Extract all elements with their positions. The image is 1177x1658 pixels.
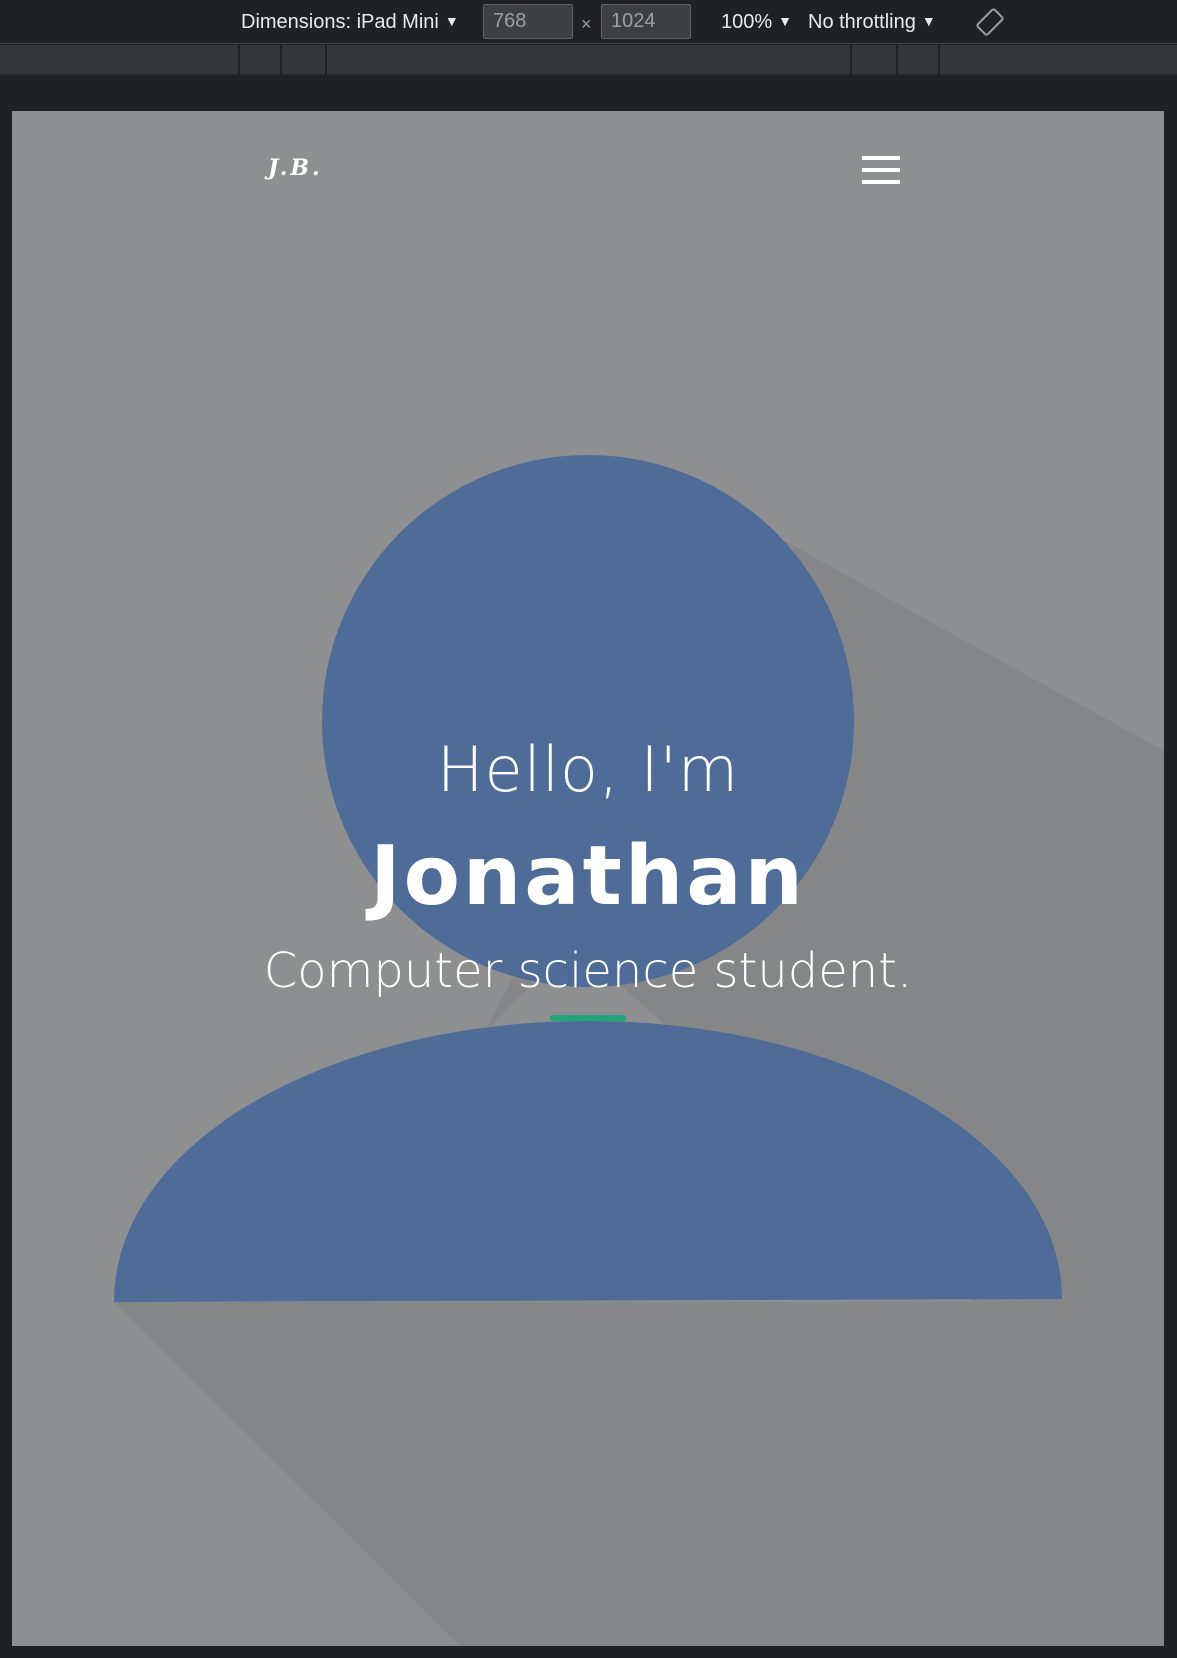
width-input[interactable] [483,4,573,39]
zoom-selector[interactable]: 100% ▼ [721,0,792,44]
media-query-segment[interactable] [325,45,850,75]
rotate-icon [976,8,1004,36]
times-symbol: × [581,14,592,34]
device-toolbar: Dimensions: iPad Mini ▼ × 100% ▼ No thrott… [0,0,1177,44]
page-viewport: J.B. Hello, I'm Jonathan Computer scienc… [12,111,1164,1646]
dropdown-arrow-icon: ▼ [921,13,936,29]
device-label: Dimensions: iPad Mini [241,11,439,33]
hamburger-menu-icon[interactable] [862,156,900,188]
media-query-segment[interactable] [896,45,938,75]
site-logo[interactable]: J.B. [268,155,323,181]
height-input[interactable] [601,4,691,39]
zoom-label: 100% [721,11,773,33]
hero-greeting: Hello, I'm [436,733,740,806]
hero-tagline: Computer science student. [263,943,913,999]
hero-name: Jonathan [370,829,806,924]
throttling-label: No throttling [808,11,916,33]
device-selector[interactable]: Dimensions: iPad Mini ▼ [241,0,459,44]
rotate-button[interactable] [976,8,1004,36]
accent-underline [550,1015,626,1021]
throttling-selector[interactable]: No throttling ▼ [808,0,936,44]
media-query-segment[interactable] [280,45,325,75]
media-query-segment[interactable] [238,45,280,75]
media-query-segment[interactable] [850,45,896,75]
media-query-bar [0,45,1177,75]
media-query-segment[interactable] [938,45,940,75]
dropdown-arrow-icon: ▼ [778,13,793,29]
dropdown-arrow-icon: ▼ [444,13,459,29]
